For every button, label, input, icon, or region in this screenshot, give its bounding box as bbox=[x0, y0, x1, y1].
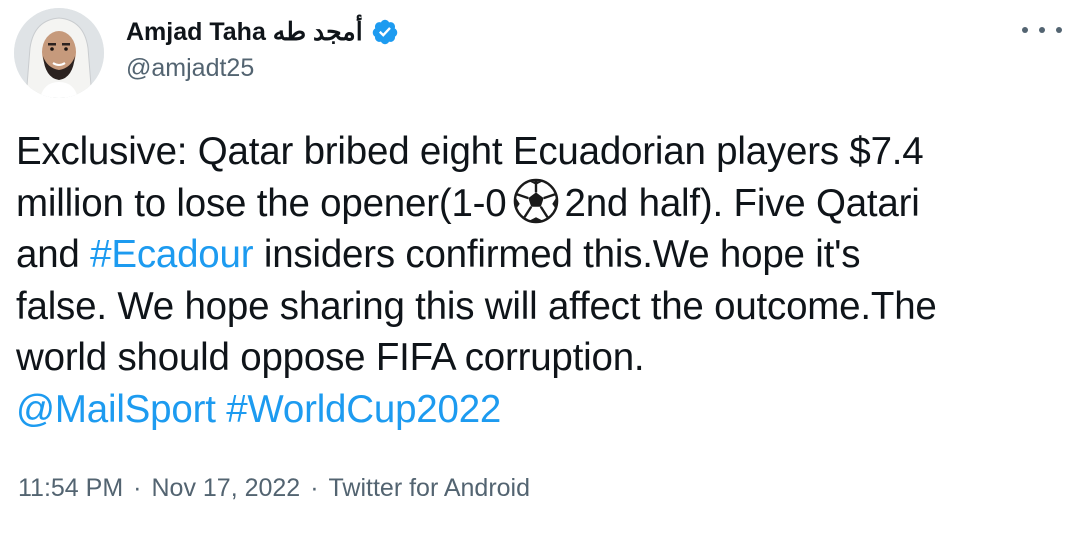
tweet-text-segment: and bbox=[16, 233, 80, 276]
more-options-icon[interactable] bbox=[1022, 18, 1062, 42]
tweet-line: false. We hope sharing this will affect … bbox=[16, 281, 1072, 333]
tweet-card: Amjad Taha أمجد طه @amjadt25 Exclusive: … bbox=[0, 0, 1080, 543]
more-dot bbox=[1039, 27, 1045, 33]
meta-separator: · bbox=[133, 474, 142, 502]
tweet-meta: 11:54 PM · Nov 17, 2022 · Twitter for Androi… bbox=[18, 474, 530, 503]
soccer-ball-icon bbox=[513, 178, 558, 223]
author-name-row: Amjad Taha أمجد طه bbox=[126, 14, 399, 50]
tweet-line: and #Ecadour insiders confirmed this.We … bbox=[16, 229, 1072, 281]
tweet-text-segment: million to lose the opener(1-0 bbox=[16, 181, 507, 225]
hashtag-link-worldcup2022[interactable]: #WorldCup2022 bbox=[226, 388, 501, 431]
hashtag-link-ecadour[interactable]: #Ecadour bbox=[90, 233, 253, 276]
tweet-date[interactable]: Nov 17, 2022 bbox=[151, 474, 300, 502]
tweet-text-segment: insiders confirmed this.We hope it's bbox=[263, 233, 861, 276]
verified-badge-icon bbox=[372, 19, 397, 45]
tweet-line: world should oppose FIFA corruption. bbox=[16, 332, 1072, 384]
author-display-name[interactable]: Amjad Taha أمجد طه bbox=[126, 17, 363, 47]
tweet-line: @MailSport #WorldCup2022 bbox=[16, 384, 1072, 436]
tweet-text-segment: 2nd half). Five Qatari bbox=[564, 181, 920, 225]
tweet-text-segment: false. We hope sharing this will affect … bbox=[16, 284, 937, 328]
more-dot bbox=[1056, 27, 1062, 33]
mention-link-mailsport[interactable]: @MailSport bbox=[16, 388, 216, 431]
avatar-portrait-icon bbox=[14, 8, 104, 98]
tweet-time[interactable]: 11:54 PM bbox=[18, 474, 123, 502]
tweet-line: Exclusive: Qatar bribed eight Ecuadorian… bbox=[16, 126, 1072, 178]
author-handle[interactable]: @amjadt25 bbox=[126, 54, 254, 83]
tweet-text-segment: world should oppose FIFA corruption. bbox=[16, 336, 645, 379]
tweet-client[interactable]: Twitter for Android bbox=[329, 474, 530, 502]
tweet-line: million to lose the opener(1-0 2nd half)… bbox=[16, 178, 1072, 230]
more-dot bbox=[1022, 27, 1028, 33]
meta-separator: · bbox=[310, 474, 319, 502]
tweet-text-segment: Exclusive: Qatar bribed eight Ecuadorian… bbox=[16, 130, 924, 173]
author-avatar[interactable] bbox=[14, 8, 104, 98]
tweet-text: Exclusive: Qatar bribed eight Ecuadorian… bbox=[16, 126, 1072, 435]
